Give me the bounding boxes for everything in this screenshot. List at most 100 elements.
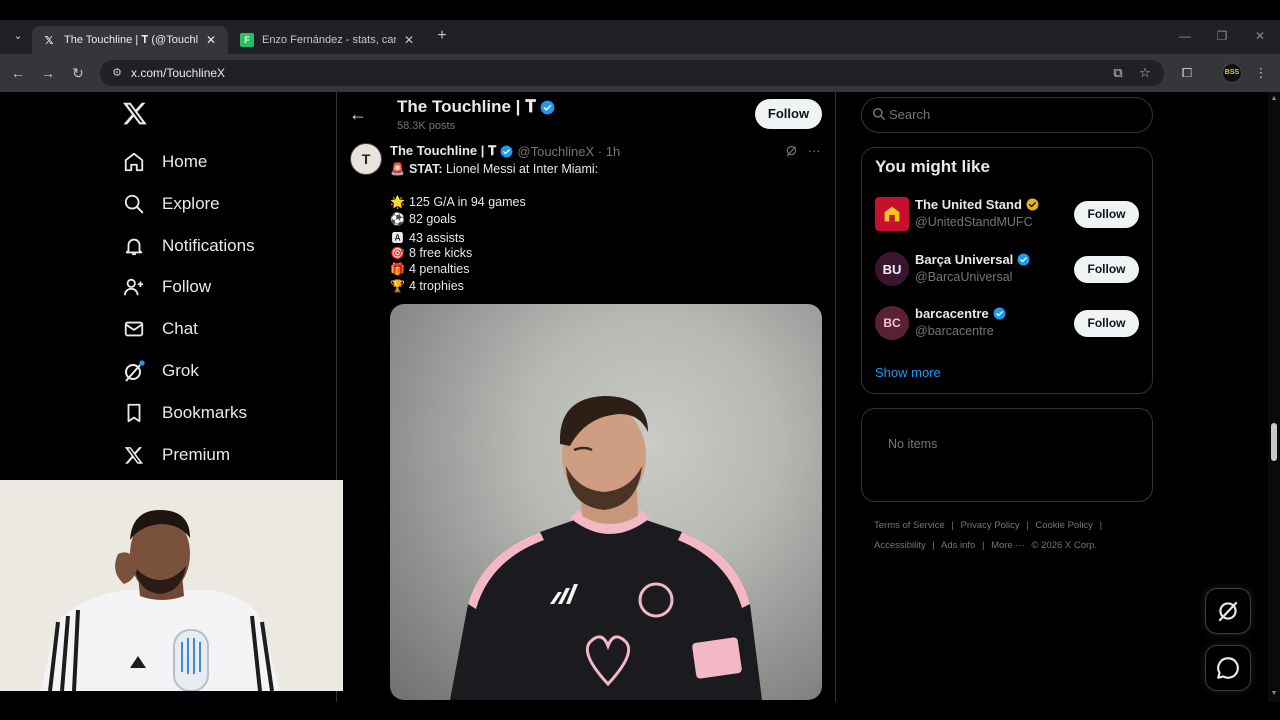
- window-close-icon[interactable]: ✕: [1250, 26, 1270, 46]
- tab-search-icon[interactable]: ⌄: [8, 26, 28, 46]
- post-strong-text: STAT:: [409, 162, 443, 176]
- post-text: 4 trophies: [409, 279, 464, 293]
- posts-count: 58.3K posts: [397, 120, 456, 132]
- grok-fab-button[interactable]: [1205, 588, 1251, 634]
- nav-explore[interactable]: Explore: [122, 190, 220, 218]
- profile-name: The Touchline | 𝐓: [397, 97, 537, 116]
- address-bar[interactable]: [100, 60, 1164, 86]
- follow-button[interactable]: Follow: [1074, 201, 1139, 228]
- footer-separator: |: [932, 540, 935, 551]
- mail-icon: [122, 317, 146, 341]
- bookmark-star-icon[interactable]: ☆: [1136, 63, 1154, 83]
- footer-link-accessibility[interactable]: Accessibility: [874, 540, 926, 551]
- screen-top-bar: [0, 0, 1280, 20]
- grok-post-icon[interactable]: [784, 143, 800, 159]
- post-image[interactable]: [390, 304, 822, 700]
- nav-chat[interactable]: Chat: [122, 315, 198, 343]
- player-photo-illustration: [450, 396, 762, 700]
- tab-title: The Touchline | 𝐓 (@TouchlineX: [64, 33, 198, 46]
- target-emoji-icon: 🎯: [390, 246, 405, 260]
- barcacentre-avatar: BC: [875, 306, 909, 340]
- new-tab-icon[interactable]: +: [432, 26, 452, 46]
- scroll-down-icon[interactable]: ▼: [1270, 690, 1278, 698]
- post-avatar[interactable]: T: [350, 143, 382, 175]
- verified-badge-icon: [540, 100, 555, 114]
- site-info-icon[interactable]: ⚙: [108, 63, 126, 83]
- tab-touchline[interactable]: 𝕏 The Touchline | 𝐓 (@TouchlineX ✕: [32, 26, 228, 54]
- suggestion-row[interactable]: BC barcacentre @barcacentre Follow: [875, 304, 1139, 344]
- post-author-name[interactable]: The Touchline | 𝐓: [390, 143, 496, 159]
- nav-grok[interactable]: Grok: [122, 357, 199, 385]
- follow-button[interactable]: Follow: [1074, 256, 1139, 283]
- suggestion-handle: @BarcaUniversal: [915, 270, 1013, 284]
- x-logo-icon[interactable]: [122, 100, 148, 126]
- suggestion-row[interactable]: BU Barça Universal @BarcaUniversal Follo…: [875, 250, 1139, 290]
- a-button-emoji-icon: 🅰: [391, 231, 404, 245]
- follow-button[interactable]: Follow: [1074, 310, 1139, 337]
- profile-avatar-icon[interactable]: BSS: [1222, 63, 1242, 83]
- url-text[interactable]: x.com/TouchlineX: [131, 66, 225, 80]
- post-text-line: 🅰 43 assists: [390, 229, 464, 246]
- footer-separator: |: [1026, 520, 1029, 531]
- nav-follow[interactable]: Follow: [122, 273, 211, 301]
- reload-icon[interactable]: ↻: [68, 63, 88, 83]
- back-arrow-icon[interactable]: ←: [348, 104, 368, 124]
- bell-icon: [122, 234, 146, 258]
- nav-notifications[interactable]: Notifications: [122, 232, 255, 260]
- footer-link-cookie[interactable]: Cookie Policy: [1035, 520, 1093, 531]
- gift-emoji-icon: 🎁: [390, 262, 405, 276]
- install-app-icon[interactable]: ⧉: [1109, 63, 1127, 83]
- scroll-up-icon[interactable]: ▲: [1270, 95, 1278, 103]
- tab-close-icon[interactable]: ✕: [204, 33, 218, 47]
- nav-label: Chat: [162, 319, 198, 338]
- suggestion-row[interactable]: The United Stand @UnitedStandMUFC Follow: [875, 195, 1139, 235]
- nav-bookmarks[interactable]: Bookmarks: [122, 399, 247, 427]
- nav-home[interactable]: Home: [122, 148, 207, 176]
- suggestion-name: Barça Universal: [915, 252, 1030, 267]
- footer-link-more[interactable]: More ···: [991, 540, 1025, 551]
- nav-premium[interactable]: Premium: [122, 441, 230, 469]
- verified-badge-icon: [1017, 253, 1030, 266]
- forward-icon[interactable]: →: [38, 63, 58, 83]
- gold-verified-badge-icon: [1026, 198, 1039, 211]
- fbref-favicon-icon: F: [240, 33, 254, 47]
- post-text-line: 🚨 STAT: Lionel Messi at Inter Miami:: [390, 162, 598, 176]
- chat-bubble-icon: [1217, 657, 1239, 679]
- page-scrollbar[interactable]: [1268, 92, 1280, 702]
- post-handle-time[interactable]: @TouchlineX · 1h: [517, 144, 620, 159]
- nav-label: Home: [162, 152, 208, 171]
- post-text: 8 free kicks: [409, 246, 473, 260]
- menu-kebab-icon[interactable]: ⋮: [1252, 63, 1270, 83]
- messages-fab-button[interactable]: [1205, 645, 1251, 691]
- footer-link-ads[interactable]: Ads info: [941, 540, 975, 551]
- streamer-webcam-illustration: [0, 480, 343, 691]
- post-header: The Touchline | 𝐓 @TouchlineX · 1h: [390, 143, 620, 159]
- verified-badge-icon: [500, 145, 513, 157]
- restore-icon[interactable]: ❐: [1212, 26, 1232, 46]
- post-text: 125 G/A in 94 games: [409, 195, 526, 209]
- nav-label: Bookmarks: [162, 403, 248, 422]
- post-text: Lionel Messi at Inter Miami:: [442, 162, 599, 176]
- minimize-icon[interactable]: —: [1175, 26, 1195, 46]
- scrollbar-thumb[interactable]: [1271, 423, 1277, 461]
- more-options-icon[interactable]: ···: [806, 143, 822, 159]
- follow-icon: [122, 275, 146, 299]
- tab-title: Enzo Fernández - stats, career a: [262, 34, 396, 46]
- ball-emoji-icon: ⚽: [390, 212, 405, 226]
- footer-link-privacy[interactable]: Privacy Policy: [961, 520, 1020, 531]
- follow-button[interactable]: Follow: [755, 99, 822, 129]
- x-icon: [122, 443, 146, 467]
- footer-separator: |: [951, 520, 954, 531]
- tab-enzo-fernandez[interactable]: F Enzo Fernández - stats, career a ✕: [230, 26, 426, 54]
- x-favicon-icon: 𝕏: [44, 34, 54, 47]
- back-icon[interactable]: ←: [8, 63, 28, 83]
- extensions-icon[interactable]: ⧠: [1178, 63, 1196, 83]
- show-more-link[interactable]: Show more: [875, 365, 941, 380]
- column-divider: [835, 92, 836, 702]
- nav-label: Premium: [162, 445, 231, 464]
- tab-close-icon[interactable]: ✕: [402, 33, 416, 47]
- home-icon: [122, 150, 146, 174]
- nav-label: Explore: [162, 194, 220, 213]
- footer-link-terms[interactable]: Terms of Service: [874, 520, 945, 531]
- siren-emoji-icon: 🚨: [390, 162, 405, 176]
